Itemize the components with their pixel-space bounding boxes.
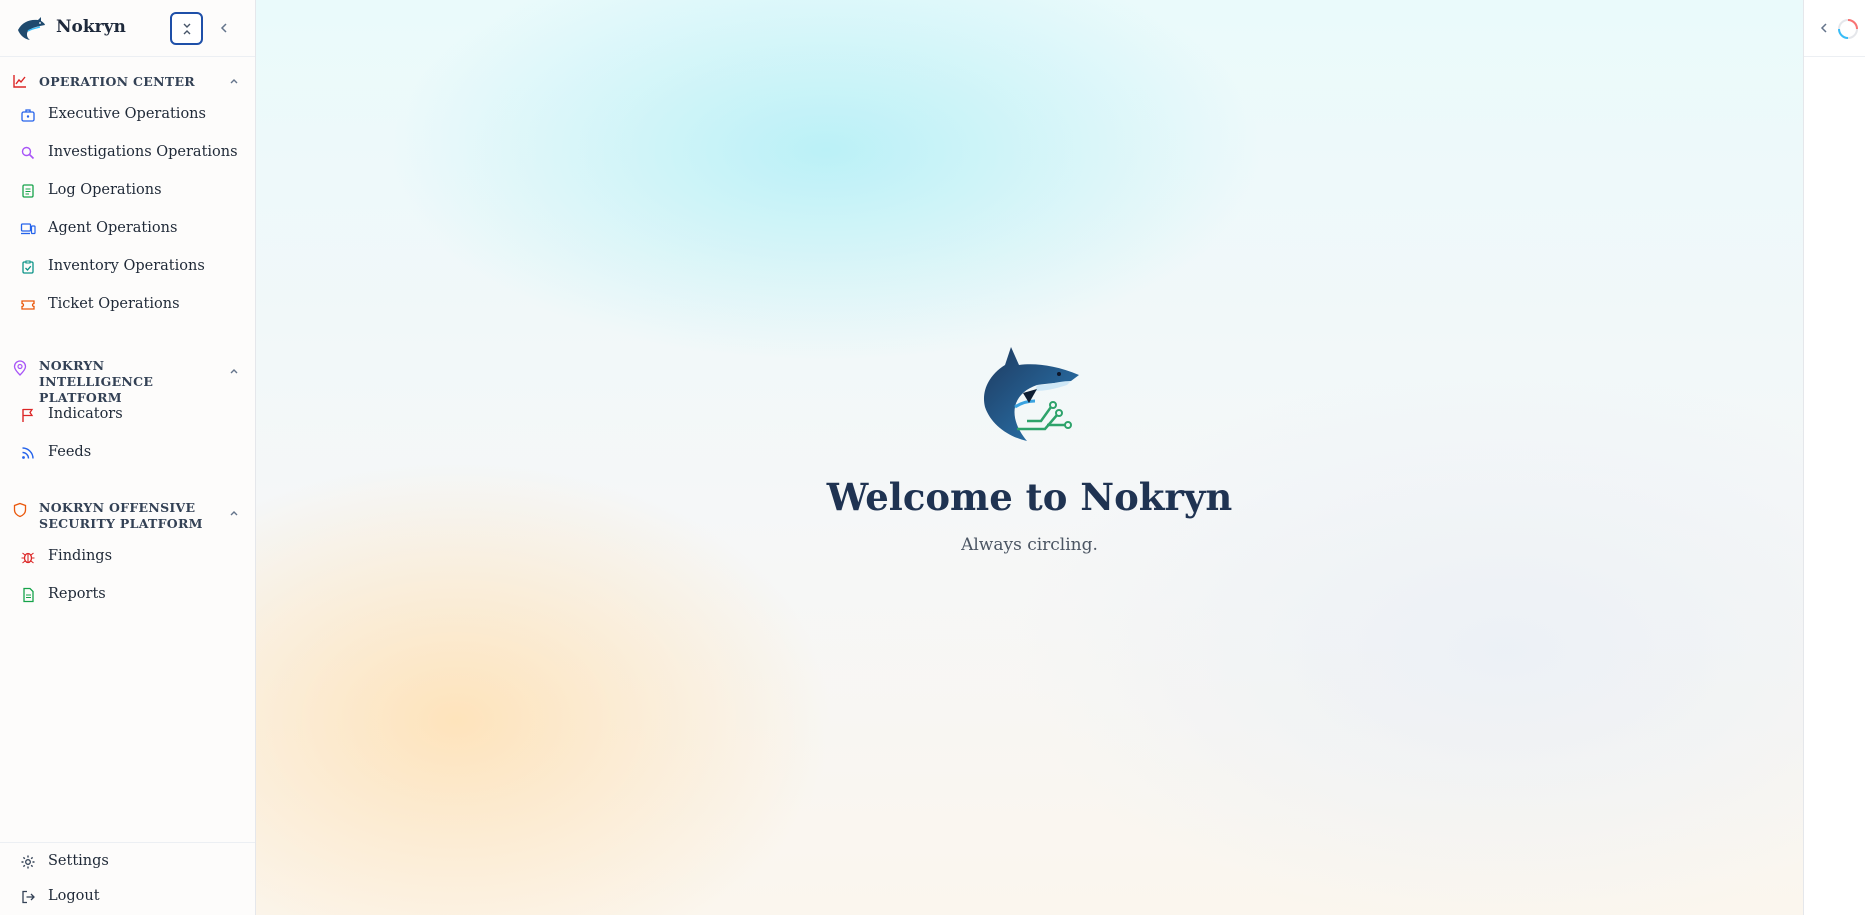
nav-item-investigations-operations[interactable]: Investigations Operations — [0, 134, 255, 172]
section-intelligence-platform: NOKRYN INTELLIGENCE PLATFORM Indicators … — [0, 350, 255, 472]
brand-header: Nokryn — [0, 0, 255, 57]
expand-all-button[interactable] — [170, 12, 203, 45]
radar-pin-icon — [13, 360, 27, 376]
rss-icon — [22, 447, 34, 459]
section-header[interactable]: NOKRYN INTELLIGENCE PLATFORM — [0, 350, 255, 405]
nav-item-label: Indicators — [48, 406, 123, 422]
nav-item-findings[interactable]: Findings — [0, 538, 255, 576]
shield-icon — [13, 502, 27, 518]
nav-item-inventory-operations[interactable]: Inventory Operations — [0, 248, 255, 286]
chevron-up-icon — [230, 79, 238, 84]
chevron-up-icon — [230, 369, 238, 374]
flag-icon — [22, 408, 34, 422]
section-title: OPERATION CENTER — [39, 74, 195, 89]
file-text-icon — [23, 587, 34, 603]
nav-item-label: Inventory Operations — [48, 258, 205, 274]
document-list-icon — [22, 184, 34, 198]
section-offensive-security-platform: NOKRYN OFFENSIVE SECURITY PLATFORM Findi… — [0, 492, 255, 614]
shark-logo-icon — [18, 17, 45, 40]
sidebar: Nokryn OPERATION CENTER Executive Operat… — [0, 0, 256, 915]
devices-icon — [20, 223, 36, 235]
chart-line-icon — [13, 75, 26, 88]
nav-item-executive-operations[interactable]: Executive Operations — [0, 96, 255, 134]
nav-item-label: Settings — [48, 853, 109, 869]
nav-item-label: Ticket Operations — [48, 296, 180, 312]
nav-item-label: Executive Operations — [48, 106, 206, 122]
nav-item-indicators[interactable]: Indicators — [0, 396, 255, 434]
clipboard-check-icon — [22, 260, 34, 274]
collapse-sidebar-button[interactable] — [214, 18, 234, 38]
section-header[interactable]: NOKRYN OFFENSIVE SECURITY PLATFORM — [0, 492, 255, 534]
briefcase-icon — [21, 109, 35, 122]
app-name: Nokryn — [56, 17, 126, 37]
section-operation-center: OPERATION CENTER Executive Operations In… — [0, 66, 255, 324]
nav-item-agent-operations[interactable]: Agent Operations — [0, 210, 255, 248]
nav-item-label: Agent Operations — [48, 220, 178, 236]
nav-item-label: Reports — [48, 586, 106, 602]
nav-item-feeds[interactable]: Feeds — [0, 434, 255, 472]
right-panel — [1803, 0, 1865, 915]
section-header[interactable]: OPERATION CENTER — [0, 66, 255, 96]
shark-logo-icon — [983, 347, 1079, 441]
nav-item-reports[interactable]: Reports — [0, 576, 255, 614]
section-title: NOKRYN OFFENSIVE SECURITY PLATFORM — [39, 500, 203, 531]
welcome-title: Welcome to Nokryn — [826, 475, 1233, 519]
nav-item-label: Logout — [48, 888, 100, 904]
bug-icon — [21, 552, 35, 564]
gear-icon — [21, 855, 35, 869]
right-panel-header — [1804, 0, 1865, 57]
expand-collapse-icon — [183, 23, 190, 34]
nav-item-ticket-operations[interactable]: Ticket Operations — [0, 286, 255, 324]
nav-item-label: Findings — [48, 548, 113, 564]
nav-item-logout[interactable]: Logout — [0, 880, 255, 915]
nav-item-label: Investigations Operations — [48, 144, 238, 160]
chevron-left-icon — [220, 23, 227, 33]
nav-item-label: Feeds — [48, 444, 92, 460]
chevron-left-icon[interactable] — [1818, 21, 1830, 35]
search-icon — [21, 146, 35, 160]
chevron-up-icon — [230, 511, 238, 516]
nav-item-label: Log Operations — [48, 182, 162, 198]
tagline: Always circling. — [961, 535, 1098, 555]
welcome-hero: Welcome to Nokryn Always circling. — [256, 345, 1803, 555]
nav-item-settings[interactable]: Settings — [0, 845, 255, 880]
main-content: Welcome to Nokryn Always circling. — [256, 0, 1803, 915]
logout-icon — [22, 890, 35, 904]
loading-spinner-icon — [1838, 19, 1858, 39]
ticket-icon — [21, 300, 35, 310]
sidebar-footer: Settings Logout — [0, 842, 255, 915]
nav-item-log-operations[interactable]: Log Operations — [0, 172, 255, 210]
